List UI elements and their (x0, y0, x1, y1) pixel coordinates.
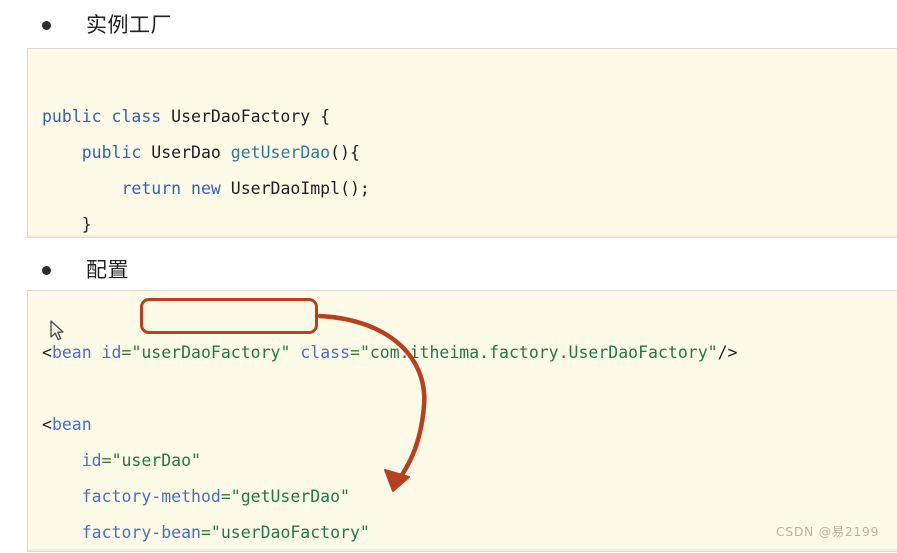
token-attr-factory-method: factory-method (81, 487, 221, 506)
token-type-userdao: UserDao (151, 143, 221, 162)
token-method-getuserdao: getUserDao (230, 143, 331, 162)
token-keyword-public-2: public (81, 143, 142, 162)
token-selfclose: /> (717, 343, 738, 362)
code-block-xml: <bean id="userDaoFactory" class="com.ith… (27, 290, 897, 552)
token-value-userdao: "userDao" (111, 451, 201, 470)
token-value-class-fqn: "com.itheima.factory.UserDaoFactory" (359, 343, 718, 362)
code-lines-xml: <bean id="userDaoFactory" class="com.ith… (28, 291, 897, 552)
token-type-userdaofactory: UserDaoFactory (171, 107, 311, 126)
bullet-dot-icon (42, 20, 51, 30)
bullet-heading-instance-factory: 实例工厂 (42, 8, 172, 42)
code-lines-java: public class UserDaoFactory { public Use… (28, 49, 897, 237)
code-line: /> (42, 551, 897, 552)
code-line: public class UserDaoFactory { (42, 99, 897, 135)
token-value-factory-bean-userdaofactory: "userDaoFactory" (210, 523, 370, 542)
code-line: <bean (42, 407, 897, 443)
token-attr-id-2: id (81, 451, 102, 470)
bullet-heading-config: 配置 (42, 253, 129, 287)
token-keyword-class: class (111, 107, 162, 126)
token-call-tail: (); (340, 179, 370, 198)
token-type-userdaoimpl: UserDaoImpl (230, 179, 341, 198)
token-tag-bean-2: bean (51, 415, 92, 434)
slide-page: 实例工厂 public class UserDaoFactory { publi… (0, 0, 897, 553)
token-value-getuserdao: "getUserDao" (230, 487, 350, 506)
code-line: id="userDao" (42, 443, 897, 479)
token-equals: = (220, 487, 231, 506)
code-line: factory-method="getUserDao" (42, 479, 897, 515)
token-brace-open: { (320, 107, 331, 126)
token-equals: = (121, 343, 132, 362)
bullet-heading-label: 实例工厂 (86, 12, 172, 37)
token-attr-class: class (300, 343, 350, 362)
watermark-text: CSDN @易2199 (775, 524, 879, 539)
code-line: } (42, 207, 897, 237)
bullet-heading-label: 配置 (86, 257, 129, 282)
code-line: factory-bean="userDaoFactory" (42, 515, 897, 551)
token-brace-close-inner: } (81, 215, 92, 234)
token-value-userdaofactory: "userDaoFactory" (131, 343, 291, 362)
token-angle-open: < (42, 343, 52, 362)
code-line: public UserDao getUserDao(){ (42, 135, 897, 171)
token-attr-id: id (101, 343, 122, 362)
token-angle-open-2: < (42, 415, 52, 434)
token-keyword-new: new (191, 179, 221, 198)
code-line: <bean id="userDaoFactory" class="com.ith… (42, 335, 897, 371)
token-keyword-public: public (42, 107, 102, 126)
code-block-java: public class UserDaoFactory { public Use… (27, 48, 897, 238)
token-equals: = (101, 451, 112, 470)
code-line: return new UserDaoImpl(); (42, 171, 897, 207)
token-keyword-return: return (121, 179, 182, 198)
token-equals: = (350, 343, 360, 362)
token-method-tail: (){ (330, 143, 360, 162)
bullet-dot-icon (42, 265, 51, 275)
token-equals: = (200, 523, 211, 542)
token-tag-bean: bean (51, 343, 92, 362)
token-attr-factory-bean: factory-bean (81, 523, 201, 542)
